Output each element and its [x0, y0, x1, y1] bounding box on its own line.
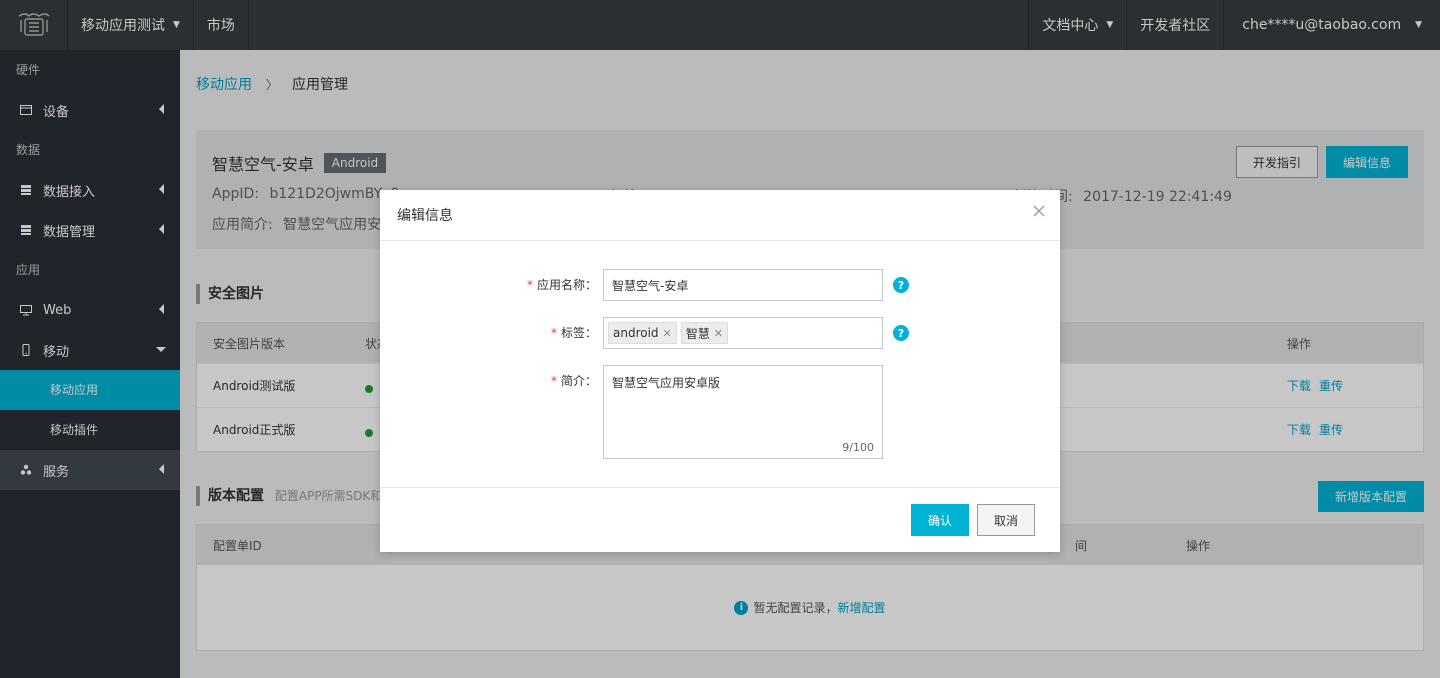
confirm-button[interactable]: 确认 — [911, 504, 969, 536]
required-mark: * — [550, 374, 557, 388]
tags-label: * 标签： — [550, 326, 597, 340]
remove-tag-icon[interactable]: ✕ — [663, 327, 672, 340]
form-row-desc: * 简介： 智慧空气应用安卓版 9/100 — [380, 365, 883, 459]
tags-input[interactable]: android ✕ 智慧 ✕ — [603, 317, 883, 349]
form-row-tags: * 标签： android ✕ 智慧 ✕ ? — [380, 317, 909, 349]
name-label: * 应用名称： — [526, 278, 597, 292]
dialog-title: 编辑信息 — [397, 208, 453, 224]
app-name-input[interactable]: 智慧空气-安卓 — [603, 269, 883, 301]
char-counter: 9/100 — [842, 441, 874, 454]
tag-chip: 智慧 ✕ — [680, 322, 728, 344]
form-row-name: * 应用名称： 智慧空气-安卓 ? — [380, 269, 909, 301]
edit-info-dialog: 编辑信息 * 应用名称： 智慧空气-安卓 ? * 标签： android ✕ 智慧 … — [380, 190, 1060, 552]
tag-chip: android ✕ — [608, 322, 677, 344]
cancel-button[interactable]: 取消 — [977, 504, 1035, 536]
dialog-header: 编辑信息 — [380, 190, 1060, 241]
dialog-footer: 确认 取消 — [380, 487, 1060, 552]
desc-label: * 简介： — [550, 374, 597, 388]
required-mark: * — [526, 278, 533, 292]
remove-tag-icon[interactable]: ✕ — [714, 327, 723, 340]
help-icon[interactable]: ? — [893, 277, 909, 293]
description-textarea[interactable]: 智慧空气应用安卓版 9/100 — [603, 365, 883, 459]
help-icon[interactable]: ? — [893, 325, 909, 341]
close-icon[interactable] — [1032, 204, 1046, 218]
required-mark: * — [550, 326, 557, 340]
